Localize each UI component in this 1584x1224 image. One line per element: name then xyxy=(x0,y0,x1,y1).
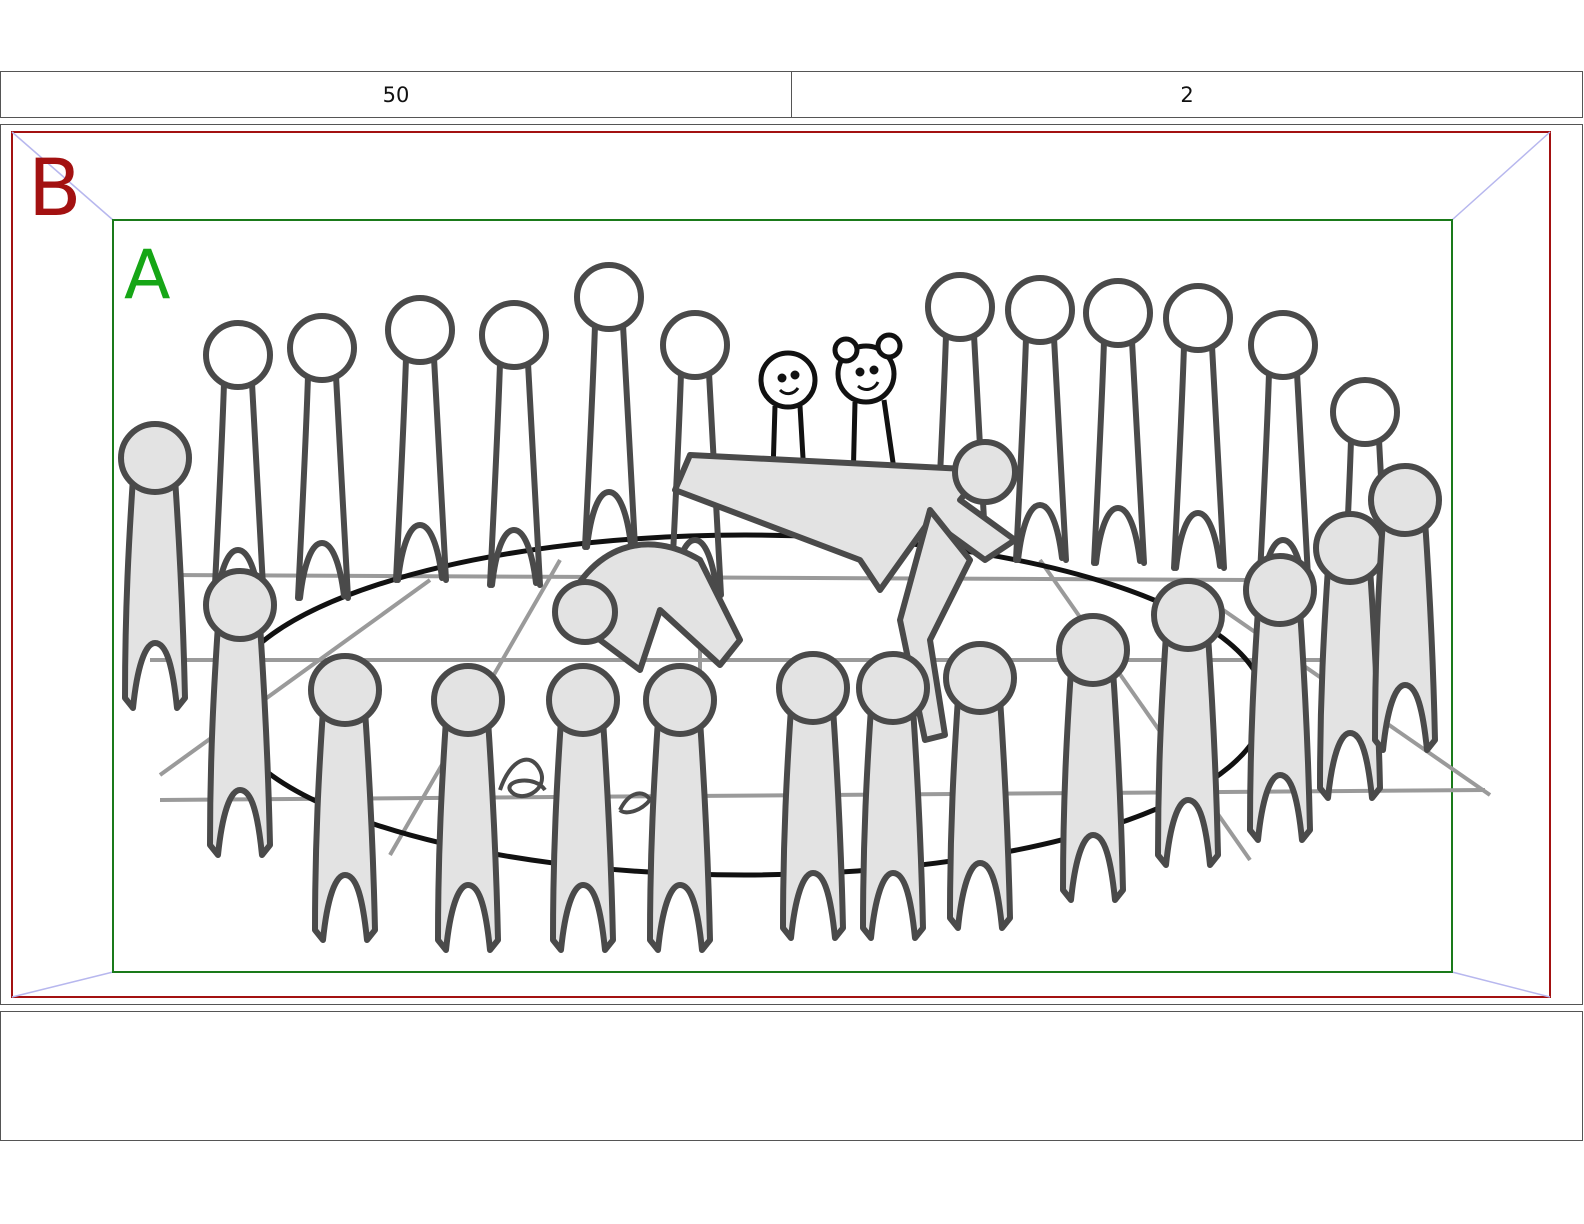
frame-label-b: B xyxy=(28,144,82,234)
notes-box[interactable] xyxy=(0,1011,1583,1141)
frame-label-a: A xyxy=(124,236,171,315)
